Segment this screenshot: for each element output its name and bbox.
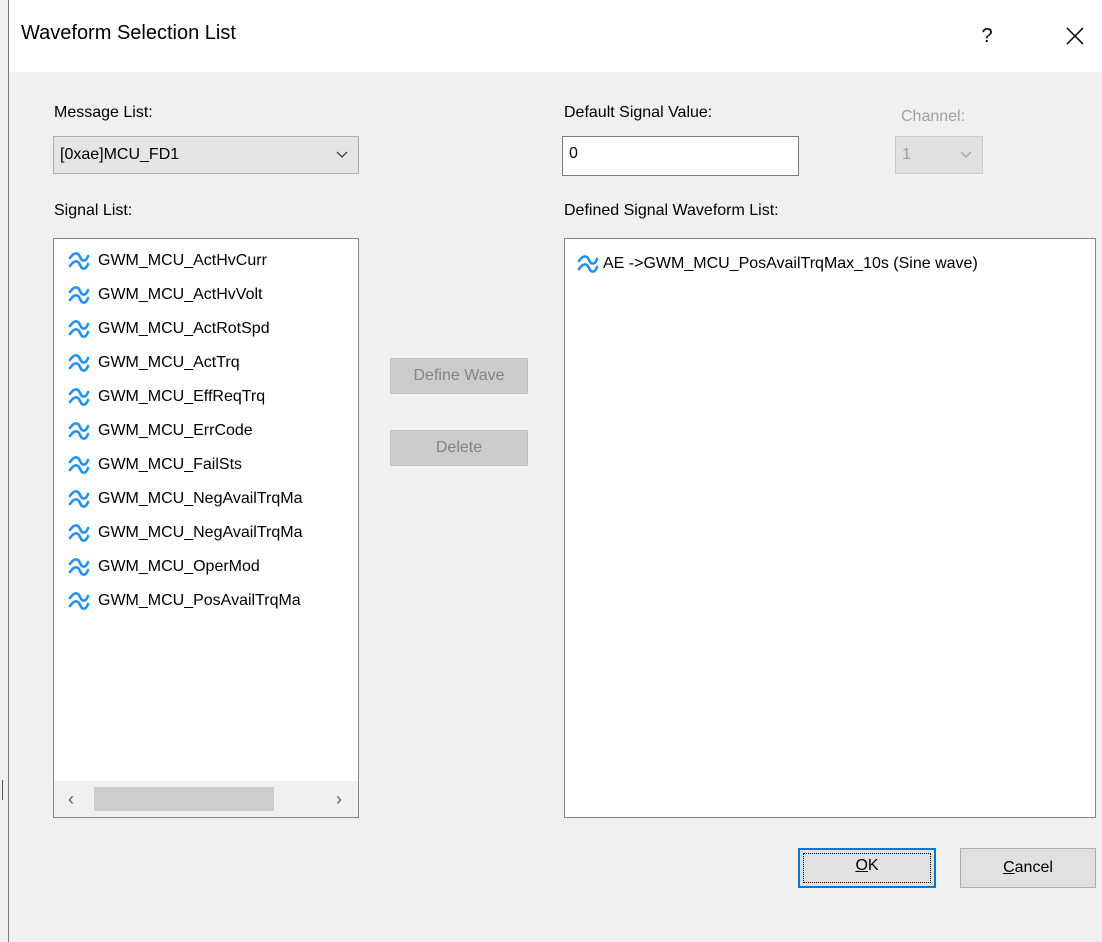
cancel-label-rest: ancel bbox=[1014, 859, 1053, 876]
close-button[interactable] bbox=[1055, 16, 1095, 56]
scroll-thumb[interactable] bbox=[94, 787, 274, 811]
waveform-icon bbox=[68, 550, 90, 584]
dialog-client-area: Message List: [0xae]MCU_FD1 Default Sign… bbox=[9, 72, 1102, 942]
defined-waveform-item[interactable]: AE ->GWM_MCU_PosAvailTrqMax_10s (Sine wa… bbox=[565, 247, 1095, 281]
dialog-title: Waveform Selection List bbox=[21, 22, 236, 44]
signal-name: GWM_MCU_NegAvailTrqMa bbox=[98, 524, 303, 541]
signal-name: GWM_MCU_OperMod bbox=[98, 558, 260, 575]
signal-list-item[interactable]: GWM_MCU_EffReqTrq bbox=[54, 380, 358, 414]
message-list-value: [0xae]MCU_FD1 bbox=[60, 146, 180, 163]
cancel-button[interactable]: Cancel bbox=[960, 848, 1096, 888]
chevron-down-icon bbox=[958, 137, 974, 187]
channel-value: 1 bbox=[902, 146, 911, 163]
waveform-icon bbox=[68, 482, 90, 516]
signal-name: GWM_MCU_NegAvailTrqMa bbox=[98, 490, 303, 507]
title-bar: Waveform Selection List ? bbox=[9, 0, 1102, 72]
waveform-icon bbox=[68, 278, 90, 312]
channel-label: Channel: bbox=[901, 108, 966, 125]
signal-name: GWM_MCU_ActHvCurr bbox=[98, 252, 267, 269]
signal-name: GWM_MCU_ActHvVolt bbox=[98, 286, 263, 303]
signal-list-item[interactable]: GWM_MCU_OperMod bbox=[54, 550, 358, 584]
message-list-dropdown[interactable]: [0xae]MCU_FD1 bbox=[53, 136, 359, 174]
signal-list-item[interactable]: GWM_MCU_NegAvailTrqMa bbox=[54, 516, 358, 550]
waveform-icon bbox=[68, 516, 90, 550]
signal-list-items: GWM_MCU_ActHvCurr GWM_MCU_ActHvVolt GWM_MC… bbox=[54, 239, 358, 618]
cancel-mnemonic: C bbox=[1003, 859, 1015, 876]
define-wave-button[interactable]: Define Wave bbox=[390, 358, 528, 394]
signal-list-item[interactable]: GWM_MCU_ActHvCurr bbox=[54, 244, 358, 278]
waveform-icon bbox=[68, 346, 90, 380]
waveform-icon bbox=[68, 244, 90, 278]
scroll-right-icon[interactable]: › bbox=[324, 781, 354, 817]
waveform-icon bbox=[68, 584, 90, 618]
signal-name: GWM_MCU_ErrCode bbox=[98, 422, 253, 439]
signal-list-item[interactable]: GWM_MCU_ActHvVolt bbox=[54, 278, 358, 312]
default-signal-label: Default Signal Value: bbox=[564, 104, 713, 121]
defined-waveform-items: AE ->GWM_MCU_PosAvailTrqMax_10s (Sine wa… bbox=[565, 247, 1095, 281]
signal-name: GWM_MCU_EffReqTrq bbox=[98, 388, 266, 405]
signal-list-item[interactable]: GWM_MCU_FailSts bbox=[54, 448, 358, 482]
waveform-icon bbox=[68, 312, 90, 346]
horizontal-scrollbar[interactable]: ‹ › bbox=[54, 781, 358, 817]
close-icon bbox=[1066, 27, 1084, 45]
channel-dropdown[interactable]: 1 bbox=[895, 136, 983, 174]
signal-list-item[interactable]: GWM_MCU_PosAvailTrqMa bbox=[54, 584, 358, 618]
message-list-label: Message List: bbox=[54, 104, 153, 121]
signal-list-item[interactable]: GWM_MCU_NegAvailTrqMa bbox=[54, 482, 358, 516]
waveform-icon bbox=[68, 380, 90, 414]
help-button[interactable]: ? bbox=[967, 16, 1007, 56]
signal-list[interactable]: GWM_MCU_ActHvCurr GWM_MCU_ActHvVolt GWM_MC… bbox=[53, 238, 359, 818]
waveform-icon bbox=[68, 448, 90, 482]
defined-list-label: Defined Signal Waveform List: bbox=[564, 202, 779, 219]
signal-name: GWM_MCU_PosAvailTrqMa bbox=[98, 592, 301, 609]
signal-name: GWM_MCU_ActRotSpd bbox=[98, 320, 270, 337]
window-frame-left bbox=[0, 0, 9, 942]
signal-name: GWM_MCU_ActTrq bbox=[98, 354, 240, 371]
defined-waveform-list[interactable]: AE ->GWM_MCU_PosAvailTrqMax_10s (Sine wa… bbox=[564, 238, 1096, 818]
waveform-icon bbox=[68, 414, 90, 448]
defined-waveform-name: AE ->GWM_MCU_PosAvailTrqMax_10s (Sine wa… bbox=[603, 255, 978, 272]
signal-name: GWM_MCU_FailSts bbox=[98, 456, 243, 473]
signal-list-item[interactable]: GWM_MCU_ActRotSpd bbox=[54, 312, 358, 346]
signal-list-label: Signal List: bbox=[54, 202, 133, 219]
scroll-left-icon[interactable]: ‹ bbox=[56, 781, 86, 817]
chevron-down-icon bbox=[334, 137, 350, 187]
ok-button[interactable]: OK bbox=[798, 848, 936, 888]
delete-button[interactable]: Delete bbox=[390, 430, 528, 466]
default-signal-input[interactable]: 0 bbox=[562, 136, 799, 176]
signal-list-item[interactable]: GWM_MCU_ErrCode bbox=[54, 414, 358, 448]
signal-list-item[interactable]: GWM_MCU_ActTrq bbox=[54, 346, 358, 380]
waveform-icon bbox=[577, 247, 599, 281]
